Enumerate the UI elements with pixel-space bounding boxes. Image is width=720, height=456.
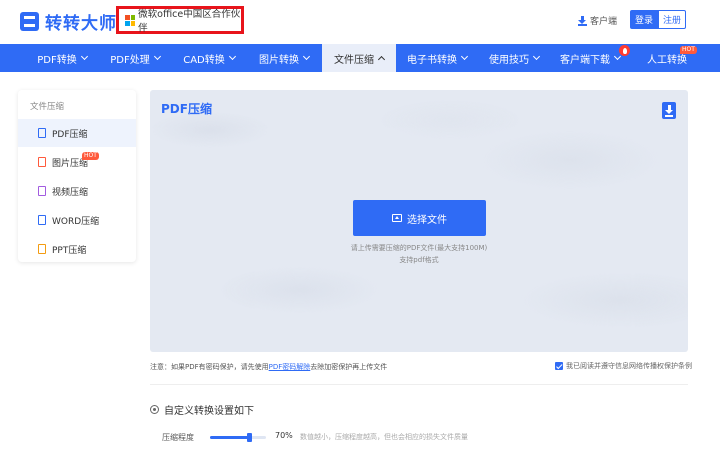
top-header: 转转大师 微软office中国区合作伙伴 客户端 登录 注册 [0, 0, 720, 44]
sidebar-item-label: PPT压缩 [52, 245, 87, 256]
compression-level-desc: 数值越小，压缩程度越高，但也会相应的损失文件质量 [300, 433, 468, 441]
pdf-file-icon [38, 128, 46, 138]
chevron-down-icon [302, 52, 311, 61]
hot-badge: HOT [82, 152, 99, 160]
agree-label: 我已阅读并遵守信息网络传播权保护条例 [566, 362, 692, 370]
ppt-file-icon [38, 244, 46, 254]
notice-suffix: 去除加密保护再上传文件 [310, 363, 388, 371]
slider-handle[interactable] [247, 433, 253, 442]
register-button[interactable]: 注册 [658, 10, 686, 29]
nav-pdf-convert[interactable]: PDF转换 [26, 44, 98, 72]
nav-cad-convert[interactable]: CAD转换 [172, 44, 246, 72]
compression-level-value: 70% [275, 431, 293, 440]
client-link-label: 客户端 [590, 17, 618, 27]
word-file-icon [38, 215, 46, 225]
sidebar: 文件压缩 PDF压缩 图片压缩 HOT 视频压缩 WORD压缩 PPT压缩 [18, 90, 136, 262]
nav-label: PDF转换 [37, 54, 77, 66]
download-icon [578, 15, 587, 26]
agree-checkbox[interactable] [555, 362, 563, 370]
nav-pdf-process[interactable]: PDF处理 [98, 44, 172, 72]
upload-icon [392, 214, 402, 222]
chevron-up-icon [377, 55, 386, 64]
nav-label: 使用技巧 [489, 54, 529, 66]
nav-label: 文件压缩 [334, 54, 374, 66]
brand-name: 转转大师 [45, 14, 117, 34]
nav-label: 客户端下载 [560, 54, 610, 66]
chevron-down-icon [460, 52, 469, 61]
divider [150, 384, 688, 385]
notice-text: 注意：如果PDF有密码保护，请先使用PDF密码解除去除加密保护再上传文件 [150, 362, 387, 372]
nav-label: PDF处理 [110, 54, 150, 66]
image-file-icon [38, 157, 46, 167]
choose-file-button[interactable]: 选择文件 [353, 200, 486, 236]
compression-level-label: 压缩程度 [162, 433, 194, 442]
nav-file-compress[interactable]: 文件压缩 [322, 44, 396, 72]
compression-slider[interactable] [210, 433, 266, 442]
nav-image-convert[interactable]: 图片转换 [246, 44, 322, 72]
choose-file-label: 选择文件 [407, 214, 447, 226]
client-download-link[interactable]: 客户端 [578, 14, 617, 27]
sidebar-title: 文件压缩 [30, 102, 65, 112]
sidebar-item-label: PDF压缩 [52, 129, 88, 140]
settings-heading: 自定义转换设置如下 [150, 402, 254, 417]
chevron-down-icon [153, 52, 161, 61]
download-icon[interactable] [662, 102, 676, 119]
page-title: PDF压缩 [161, 102, 212, 116]
nav-ebook-convert[interactable]: 电子书转换 [396, 44, 478, 72]
nav-label: CAD转换 [183, 54, 225, 66]
partner-badge: 微软office中国区合作伙伴 [116, 6, 244, 34]
nav-label: 电子书转换 [407, 54, 457, 66]
format-hint: 支持pdf格式 [399, 256, 439, 264]
sidebar-item-ppt-compress[interactable]: PPT压缩 [18, 235, 136, 263]
logo-icon [20, 12, 39, 31]
chevron-down-icon [80, 52, 88, 61]
sidebar-item-word-compress[interactable]: WORD压缩 [18, 206, 136, 234]
sidebar-item-label: 视频压缩 [52, 187, 89, 198]
main-nav: PDF转换 PDF处理 CAD转换 图片转换 文件压缩 电子书转换 使用技巧 客… [0, 44, 720, 72]
upload-panel[interactable]: PDF压缩 选择文件 请上传需要压缩的PDF文件(最大支持100M) 支持pdf… [150, 90, 688, 352]
nav-manual-convert[interactable]: 人工转换 HOT [630, 44, 704, 72]
auth-buttons: 登录 注册 [630, 10, 686, 29]
notice-prefix: 注意：如果PDF有密码保护，请先使用 [150, 363, 269, 371]
upload-hint: 请上传需要压缩的PDF文件(最大支持100M) [350, 244, 488, 252]
nav-client-download[interactable]: 客户端下载 [550, 44, 630, 72]
nav-tips[interactable]: 使用技巧 [478, 44, 550, 72]
flame-icon [619, 45, 630, 56]
sidebar-item-image-compress[interactable]: 图片压缩 HOT [18, 148, 136, 176]
agreement[interactable]: 我已阅读并遵守信息网络传播权保护条例 [555, 361, 692, 371]
sidebar-item-video-compress[interactable]: 视频压缩 [18, 177, 136, 205]
video-file-icon [38, 186, 46, 196]
nav-label: 图片转换 [259, 54, 299, 66]
settings-heading-text: 自定义转换设置如下 [164, 406, 254, 417]
chevron-down-icon [532, 52, 541, 61]
hot-badge: HOT [680, 46, 697, 54]
pdf-unlock-link[interactable]: PDF密码解除 [269, 363, 311, 371]
settings-icon [150, 405, 159, 414]
sidebar-item-label: WORD压缩 [52, 216, 100, 227]
partner-text: 微软office中国区合作伙伴 [138, 9, 241, 34]
chevron-down-icon [228, 52, 236, 61]
logo[interactable]: 转转大师 [20, 9, 117, 34]
microsoft-logo-icon [125, 14, 136, 26]
login-button[interactable]: 登录 [630, 10, 658, 29]
sidebar-item-pdf-compress[interactable]: PDF压缩 [18, 119, 136, 147]
slider-fill [210, 436, 250, 439]
